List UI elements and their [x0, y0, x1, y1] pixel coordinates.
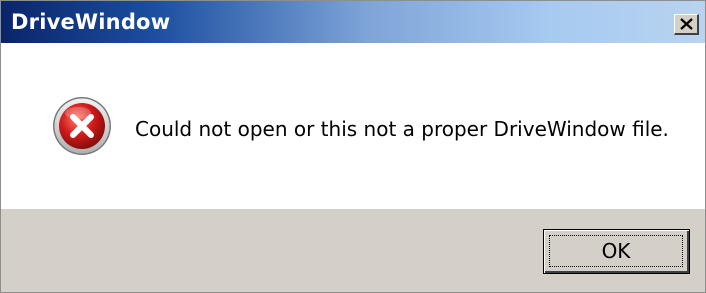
error-dialog: DriveWindow Could not open or this not a… [0, 0, 706, 293]
error-message: Could not open or this not a proper Driv… [135, 117, 669, 141]
window-title: DriveWindow [11, 10, 171, 34]
close-button[interactable] [674, 14, 699, 35]
ok-button-label: OK [601, 239, 631, 263]
title-bar[interactable]: DriveWindow [1, 1, 705, 43]
focus-rect: OK [549, 235, 683, 267]
ok-button[interactable]: OK [543, 229, 690, 274]
close-icon [679, 18, 693, 30]
button-bar: OK [1, 209, 705, 292]
dialog-content: Could not open or this not a proper Driv… [1, 43, 705, 209]
error-icon [53, 97, 111, 155]
